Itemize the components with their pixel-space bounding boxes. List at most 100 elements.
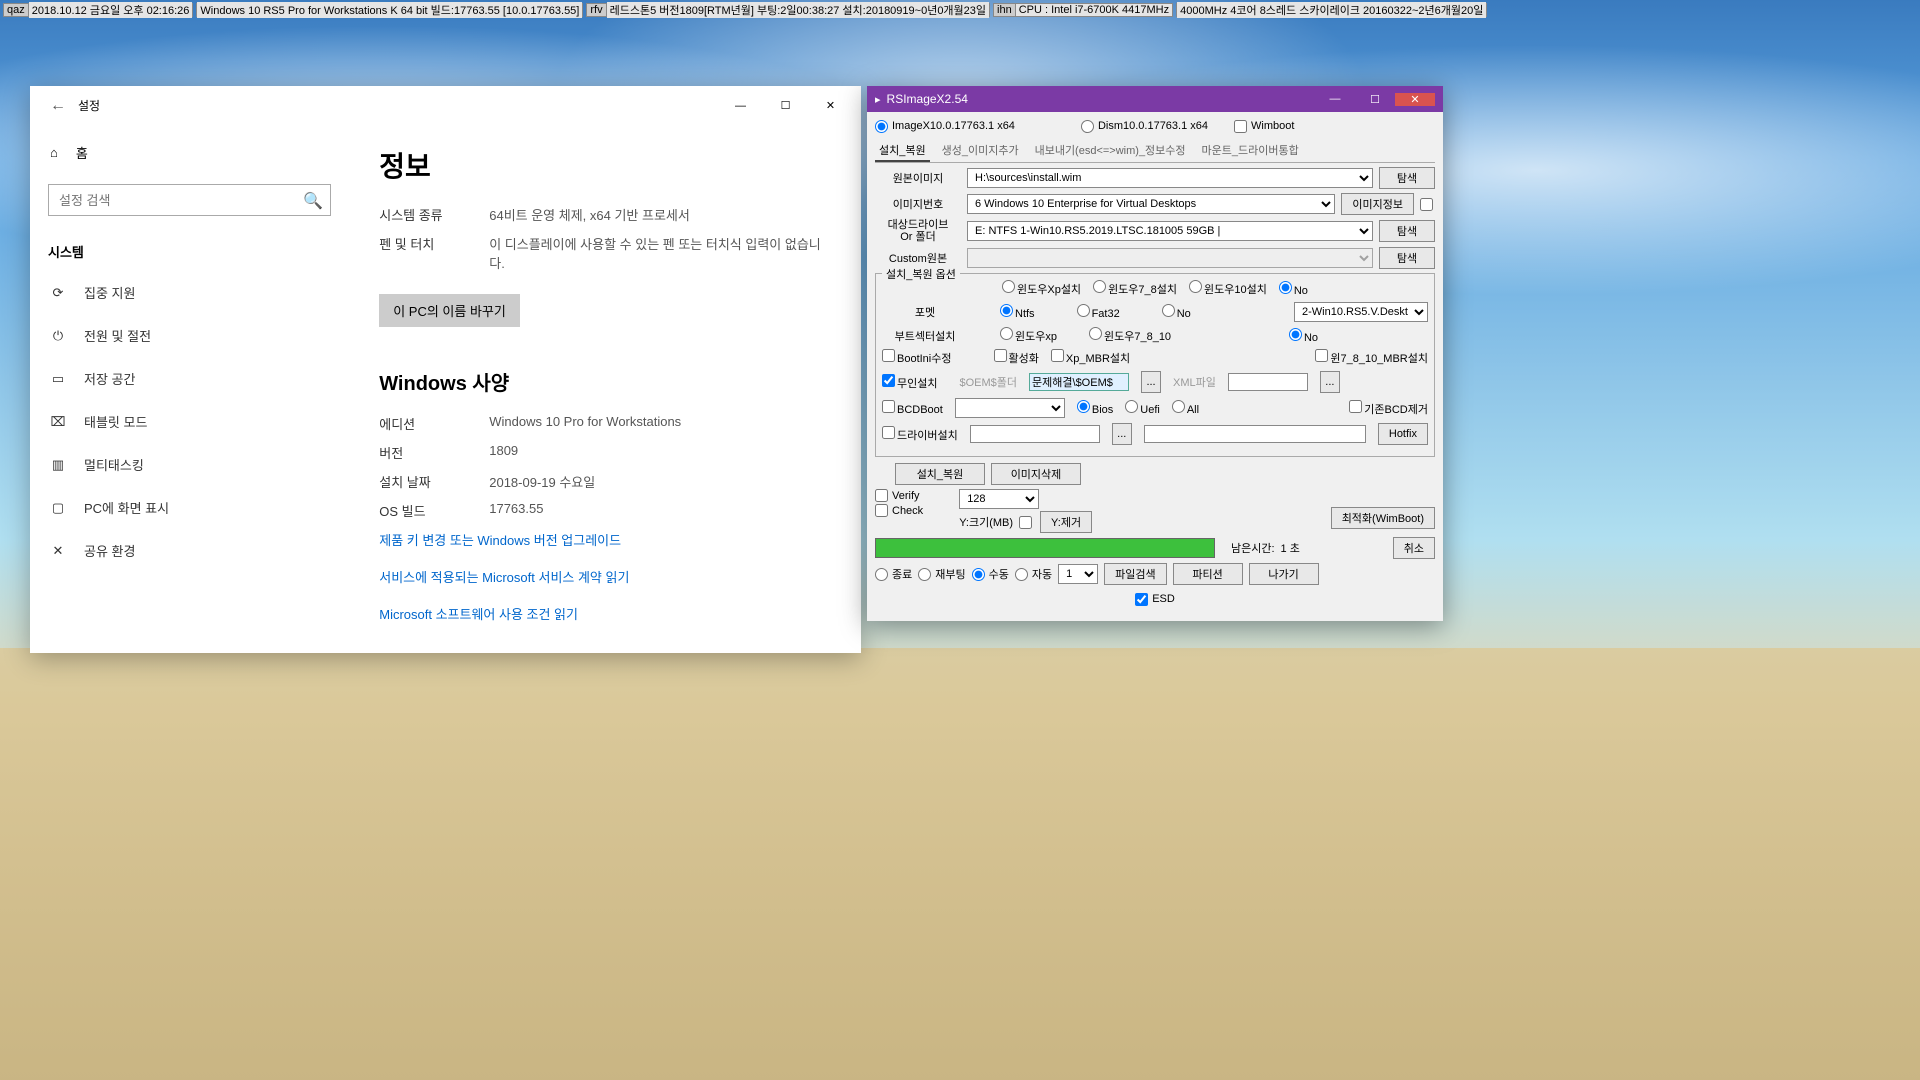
xml-browse-button[interactable]: ... <box>1320 371 1340 393</box>
winxp-radio[interactable]: 윈도우Xp설치 <box>1002 280 1081 297</box>
tablet-icon: ⌧ <box>50 414 66 430</box>
rs-close[interactable]: ✕ <box>1395 93 1435 106</box>
manual-radio[interactable]: 수동 <box>972 566 1009 582</box>
link-service-terms[interactable]: 서비스에 적용되는 Microsoft 서비스 계약 읽기 <box>379 567 831 586</box>
home-link[interactable]: ⌂ 홈 <box>30 133 349 172</box>
delete-image-button[interactable]: 이미지삭제 <box>991 463 1081 485</box>
w78mbr-check[interactable]: 윈7_8_10_MBR설치 <box>1315 349 1428 366</box>
link-change-key[interactable]: 제품 키 변경 또는 Windows 버전 업그레이드 <box>379 530 831 549</box>
esd-check[interactable]: ESD <box>1135 593 1175 606</box>
sidebar-item-focus[interactable]: ⟳집중 지원 <box>30 271 349 314</box>
tab-mount[interactable]: 마운트_드라이버통합 <box>1198 140 1303 162</box>
minimize-button[interactable]: — <box>718 91 763 121</box>
image-info-button[interactable]: 이미지정보 <box>1341 193 1414 215</box>
content: 정보 시스템 종류64비트 운영 체제, x64 기반 프로세서 펜 및 터치이… <box>349 125 861 653</box>
driver-input[interactable] <box>970 425 1100 443</box>
tab-export[interactable]: 내보내기(esd<=>wim)_정보수정 <box>1031 140 1190 162</box>
partition-button[interactable]: 파티션 <box>1173 563 1243 585</box>
app-icon: ▸ <box>875 93 881 106</box>
all-radio[interactable]: All <box>1172 400 1199 416</box>
optimize-button[interactable]: 최적화(WimBoot) <box>1331 507 1435 529</box>
bios-radio[interactable]: Bios <box>1077 400 1113 416</box>
format-combo[interactable]: 2-Win10.RS5.V.Deskt <box>1294 302 1428 322</box>
oem-input[interactable] <box>1029 373 1129 391</box>
hotfix-button[interactable]: Hotfix <box>1378 423 1428 445</box>
yremove-button[interactable]: Y:제거 <box>1040 511 1092 533</box>
bootxp-radio[interactable]: 윈도우xp <box>1000 327 1057 344</box>
driver-check[interactable]: 드라이버설치 <box>882 426 958 443</box>
share-icon: ✕ <box>50 543 66 559</box>
cancel-button[interactable]: 취소 <box>1393 537 1435 559</box>
link-license[interactable]: Microsoft 소프트웨어 사용 조건 읽기 <box>379 604 831 623</box>
uefi-radio[interactable]: Uefi <box>1125 400 1160 416</box>
auto-radio[interactable]: 자동 <box>1015 566 1052 582</box>
wimboot-check[interactable]: Wimboot <box>1234 120 1294 133</box>
fmtno-radio[interactable]: No <box>1162 304 1191 320</box>
check-check[interactable]: Check <box>875 504 923 517</box>
winno-radio[interactable]: No <box>1279 281 1308 297</box>
multitask-icon: ▥ <box>50 457 66 473</box>
home-icon: ⌂ <box>50 145 58 160</box>
page-title: 정보 <box>379 145 831 185</box>
sidebar-item-storage[interactable]: ▭저장 공간 <box>30 357 349 400</box>
tab-create[interactable]: 생성_이미지추가 <box>938 140 1023 162</box>
close-button[interactable]: ✕ <box>808 91 853 121</box>
sidebar-item-multitask[interactable]: ▥멀티태스킹 <box>30 443 349 486</box>
search-icon: 🔍 <box>303 191 323 211</box>
oem-browse-button[interactable]: ... <box>1141 371 1161 393</box>
driver-browse-button[interactable]: ... <box>1112 423 1132 445</box>
bottom-combo[interactable]: 1 <box>1058 564 1098 584</box>
browse-target-button[interactable]: 탐색 <box>1379 220 1435 242</box>
ysize-check[interactable] <box>1019 516 1032 529</box>
verify-check[interactable]: Verify <box>875 489 923 502</box>
rs-maximize[interactable]: ☐ <box>1355 93 1395 106</box>
tab-install[interactable]: 설치_복원 <box>875 140 930 162</box>
shutdown-radio[interactable]: 종료 <box>875 566 912 582</box>
storage-icon: ▭ <box>50 371 66 387</box>
rs-titlebar[interactable]: ▸ RSImageX2.54 — ☐ ✕ <box>867 86 1443 112</box>
titlebar[interactable]: ← 설정 — ☐ ✕ <box>30 86 861 125</box>
bcdboot-check[interactable]: BCDBoot <box>882 400 943 416</box>
rs-minimize[interactable]: — <box>1315 93 1355 106</box>
search-file-button[interactable]: 파일검색 <box>1104 563 1166 585</box>
back-button[interactable]: ← <box>38 97 78 115</box>
bcd-combo[interactable] <box>955 398 1065 418</box>
rs-title-text: RSImageX2.54 <box>887 92 968 106</box>
image-num-combo[interactable]: 6 Windows 10 Enterprise for Virtual Desk… <box>967 194 1335 214</box>
imagex-radio[interactable]: ImageX10.0.17763.1 x64 <box>875 120 1015 133</box>
fat32-radio[interactable]: Fat32 <box>1077 304 1120 320</box>
rename-button[interactable]: 이 PC의 이름 바꾸기 <box>379 294 520 327</box>
sidebar-item-share[interactable]: ✕공유 환경 <box>30 529 349 572</box>
activate-check[interactable]: 활성화 <box>994 349 1039 366</box>
maximize-button[interactable]: ☐ <box>763 91 808 121</box>
xml-input[interactable] <box>1228 373 1308 391</box>
bootno-radio[interactable]: No <box>1289 328 1318 344</box>
sidebar-item-tablet[interactable]: ⌧태블릿 모드 <box>30 400 349 443</box>
win10-radio[interactable]: 윈도우10설치 <box>1189 280 1267 297</box>
browse-src-button[interactable]: 탐색 <box>1379 167 1435 189</box>
browse-custom-button[interactable]: 탐색 <box>1379 247 1435 269</box>
boot78-radio[interactable]: 윈도우7_8_10 <box>1089 327 1171 344</box>
ntfs-radio[interactable]: Ntfs <box>1000 304 1035 320</box>
install-button[interactable]: 설치_복원 <box>895 463 985 485</box>
target-combo[interactable]: E: NTFS 1-Win10.RS5.2019.LTSC.181005 59G… <box>967 221 1373 241</box>
verify-combo[interactable]: 128 <box>959 489 1039 509</box>
image-info-check[interactable] <box>1420 198 1433 211</box>
unattend-check[interactable]: 무인설치 <box>882 374 937 391</box>
bootini-check[interactable]: BootIni수정 <box>882 349 952 366</box>
dism-radio[interactable]: Dism10.0.17763.1 x64 <box>1081 120 1208 133</box>
sidebar-item-project[interactable]: ▢PC에 화면 표시 <box>30 486 349 529</box>
power-icon: ⏻ <box>50 328 66 344</box>
src-image-combo[interactable]: H:\sources\install.wim <box>967 168 1373 188</box>
search-input[interactable] <box>48 184 331 216</box>
reboot-radio[interactable]: 재부팅 <box>918 566 965 582</box>
exit-button[interactable]: 나가기 <box>1249 563 1319 585</box>
hotfix-input[interactable] <box>1144 425 1366 443</box>
sidebar-item-power[interactable]: ⏻전원 및 절전 <box>30 314 349 357</box>
deletebcd-check[interactable]: 기존BCD제거 <box>1349 400 1428 417</box>
custom-combo[interactable] <box>967 248 1373 268</box>
win78-radio[interactable]: 윈도우7_8설치 <box>1093 280 1177 297</box>
xpmbr-check[interactable]: Xp_MBR설치 <box>1051 349 1130 366</box>
sidebar: ⌂ 홈 🔍 시스템 ⟳집중 지원 ⏻전원 및 절전 ▭저장 공간 ⌧태블릿 모드… <box>30 125 349 653</box>
window-title: 설정 <box>78 97 100 114</box>
